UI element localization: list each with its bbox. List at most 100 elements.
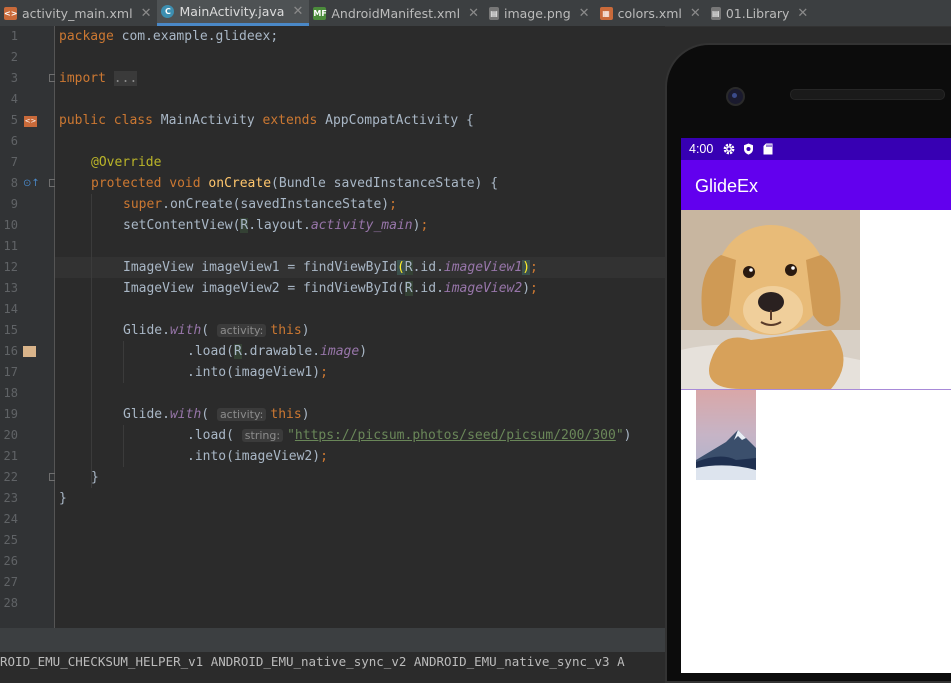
- code-line-18[interactable]: ImageView imageView2 = findViewById(R.id…: [123, 278, 538, 299]
- code-text: Glide.: [123, 407, 170, 422]
- app-bar: GlideEx: [681, 160, 951, 210]
- r-class: R: [404, 260, 413, 275]
- code-text: .onCreate(savedInstanceState): [162, 197, 390, 212]
- override-method-icon[interactable]: ⊙↑: [23, 178, 40, 189]
- line-number: 22: [3, 470, 18, 484]
- code-text: ): [522, 281, 531, 296]
- close-icon[interactable]: ✕: [690, 6, 701, 21]
- line-number: 9: [10, 197, 18, 211]
- code-text: (: [201, 323, 210, 338]
- log-text: ROID_EMU_CHECKSUM_HELPER_v1 ANDROID_EMU_…: [0, 654, 625, 669]
- code-text: setContentView(: [123, 218, 241, 233]
- close-icon[interactable]: ✕: [579, 6, 590, 21]
- tab-android-manifest[interactable]: MF AndroidManifest.xml ✕: [309, 0, 485, 26]
- semicolon: ;: [530, 281, 538, 296]
- code-line-15[interactable]: setContentView(R.layout.activity_main);: [123, 215, 428, 236]
- layout-file-icon: <>: [4, 6, 18, 20]
- field-ref: image: [320, 344, 360, 359]
- code-text: AppCompatActivity {: [317, 113, 474, 128]
- tab-main-activity[interactable]: C MainActivity.java ✕: [157, 0, 310, 26]
- tab-activity-main[interactable]: <> activity_main.xml ✕: [0, 0, 157, 26]
- line-number: 26: [3, 554, 18, 568]
- line-number: 28: [3, 596, 18, 610]
- indent-guide: [123, 341, 124, 383]
- code-line-24[interactable]: Glide.with( activity: this): [123, 404, 310, 425]
- code-line-13[interactable]: protected void onCreate(Bundle savedInst…: [91, 173, 498, 194]
- line-number: 2: [10, 50, 18, 64]
- close-icon[interactable]: ✕: [468, 6, 479, 21]
- semicolon: ;: [320, 449, 328, 464]
- tab-image-png[interactable]: ▤ image.png ✕: [485, 0, 596, 26]
- keyword: this: [270, 407, 302, 422]
- close-icon[interactable]: ✕: [797, 6, 808, 21]
- code-line-17[interactable]: ImageView imageView1 = findViewById(R.id…: [123, 257, 538, 278]
- code-text: com.example.glideex;: [113, 29, 279, 44]
- tab-label: colors.xml: [617, 5, 682, 21]
- puppy-image[interactable]: [681, 210, 860, 389]
- emulator-screen[interactable]: 4:00 GlideEx: [681, 138, 951, 673]
- code-text: .load(: [187, 428, 234, 443]
- shield-icon: [744, 143, 753, 155]
- code-text: .id.: [412, 281, 444, 296]
- parameter-hint: string:: [241, 429, 284, 442]
- close-icon[interactable]: ✕: [292, 4, 303, 19]
- line-number: 10: [3, 218, 18, 232]
- code-text: ImageView imageView1 = findViewById: [123, 260, 397, 275]
- close-icon[interactable]: ✕: [141, 6, 152, 21]
- code-editor[interactable]: package com.example.glideex; import ... …: [55, 26, 665, 628]
- line-number: 13: [3, 281, 18, 295]
- code-line-10[interactable]: public class MainActivity extends AppCom…: [59, 110, 474, 131]
- keyword: class: [113, 113, 153, 128]
- layout-file-icon[interactable]: <>: [24, 116, 37, 127]
- code-line-27[interactable]: }: [91, 467, 99, 488]
- line-number: 3: [10, 71, 18, 85]
- line-number: 11: [3, 239, 18, 253]
- java-class-icon: C: [161, 5, 175, 18]
- code-line-14[interactable]: super.onCreate(savedInstanceState);: [123, 194, 397, 215]
- folded-imports[interactable]: ...: [113, 71, 138, 86]
- code-line-25[interactable]: .load( string: "https://picsum.photos/see…: [187, 425, 631, 446]
- field-ref: activity_main: [310, 218, 413, 233]
- tab-label: image.png: [503, 5, 571, 21]
- line-number: 16: [3, 344, 18, 358]
- code-text: .id.: [412, 260, 444, 275]
- code-text: .into(imageView1): [187, 365, 321, 380]
- mountain-image[interactable]: [696, 390, 756, 480]
- code-text: .layout.: [248, 218, 311, 233]
- keyword: public: [59, 113, 106, 128]
- code-text: ): [359, 344, 368, 359]
- line-number: 23: [3, 491, 18, 505]
- code-line-28[interactable]: }: [59, 488, 67, 509]
- indent-guide: [91, 194, 92, 488]
- code-line-12[interactable]: @Override: [91, 152, 161, 173]
- code-text: ): [301, 323, 310, 338]
- tab-colors-xml[interactable]: ▦ colors.xml ✕: [596, 0, 707, 26]
- url-link[interactable]: https://picsum.photos/seed/picsum/200/30…: [295, 428, 616, 443]
- line-number: 1: [10, 29, 18, 43]
- r-class: R: [404, 281, 413, 296]
- field-ref: imageView1: [443, 260, 523, 275]
- gear-icon: [723, 143, 735, 155]
- tab-library[interactable]: ▤ 01.Library ✕: [707, 0, 815, 26]
- image-preview-icon[interactable]: [23, 346, 36, 357]
- code-line-22[interactable]: .into(imageView1);: [187, 362, 328, 383]
- code-line-21[interactable]: .load(R.drawable.image): [187, 341, 367, 362]
- code-line-26[interactable]: .into(imageView2);: [187, 446, 328, 467]
- log-output[interactable]: ROID_EMU_CHECKSUM_HELPER_v1 ANDROID_EMU_…: [0, 652, 665, 673]
- code-line-1[interactable]: package com.example.glideex;: [59, 26, 278, 47]
- line-number: 15: [3, 323, 18, 337]
- code-line-3[interactable]: import ...: [59, 68, 138, 89]
- line-number: 21: [3, 449, 18, 463]
- parameter-hint: activity:: [216, 408, 267, 421]
- method-name: onCreate: [208, 176, 272, 191]
- line-number: 18: [3, 386, 18, 400]
- manifest-file-icon: MF: [313, 6, 327, 20]
- keyword: package: [59, 29, 114, 44]
- tab-label: 01.Library: [725, 5, 790, 21]
- code-text: .load(: [187, 344, 234, 359]
- keyword: protected: [91, 176, 162, 191]
- code-text: .into(imageView2): [187, 449, 321, 464]
- code-line-20[interactable]: Glide.with( activity: this): [123, 320, 310, 341]
- line-number-gutter[interactable]: 1 2 3 4 5 6 7 8 9 10 11 12 13 14 15 16 1…: [0, 26, 57, 628]
- code-text: }: [59, 491, 67, 506]
